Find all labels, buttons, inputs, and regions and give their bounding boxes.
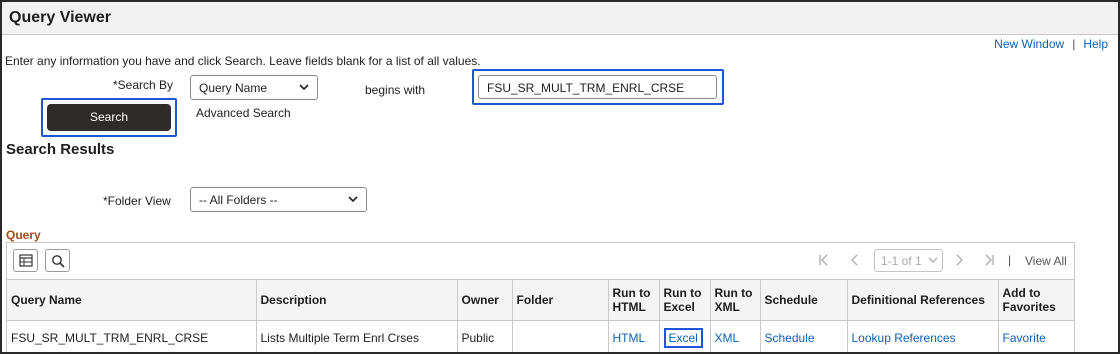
cell-definitional: Lookup References — [846, 320, 999, 352]
col-description: Description — [255, 279, 458, 321]
query-results-grid: 1-1 of 1 | View All Query Name Descripti… — [6, 242, 1075, 352]
search-by-value: Query Name — [199, 81, 268, 95]
cell-run-excel: Excel — [658, 320, 711, 352]
search-by-label: *Search By — [113, 78, 174, 92]
link-separator: | — [1072, 37, 1076, 51]
lookup-references-link[interactable]: Lookup References — [852, 331, 956, 345]
next-page-icon[interactable] — [952, 253, 966, 267]
col-add-to-favorites: Add to Favorites — [997, 279, 1074, 321]
cell-folder — [511, 320, 609, 352]
folder-view-label: *Folder View — [103, 194, 171, 208]
grid-title: Query — [6, 228, 41, 242]
col-favorites-line1: Add to — [1002, 286, 1041, 300]
col-run-to-html-line1: Run to — [612, 286, 651, 300]
cell-schedule: Schedule — [759, 320, 848, 352]
page-range: 1-1 of 1 — [881, 254, 922, 268]
col-schedule: Schedule — [759, 279, 848, 321]
col-run-to-excel: Run to Excel — [658, 279, 711, 321]
run-to-html-link[interactable]: HTML — [613, 331, 646, 345]
query-viewer-page: Query Viewer New Window | Help Enter any i… — [0, 0, 1120, 354]
last-page-icon[interactable] — [982, 253, 996, 267]
folder-view-select[interactable]: -- All Folders -- — [190, 187, 367, 212]
col-run-to-xml: Run to XML — [709, 279, 761, 321]
run-to-xml-link[interactable]: XML — [715, 331, 740, 345]
help-link[interactable]: Help — [1083, 37, 1108, 51]
first-page-icon[interactable] — [817, 253, 831, 267]
personalize-grid-button[interactable] — [13, 249, 38, 272]
page-title: Query Viewer — [9, 9, 111, 26]
col-run-to-xml-line2: XML — [714, 300, 740, 314]
query-name-input[interactable]: FSU_SR_MULT_TRM_ENRL_CRSE — [478, 75, 717, 99]
chevron-down-icon — [299, 84, 309, 91]
search-button[interactable]: Search — [47, 104, 171, 131]
favorite-link[interactable]: Favorite — [1003, 331, 1046, 345]
cell-run-html: HTML — [607, 320, 660, 352]
cell-description: Lists Multiple Term Enrl Crses — [255, 320, 458, 352]
cell-run-xml: XML — [709, 320, 761, 352]
table-header-row: Query Name Description Owner Folder Run … — [7, 279, 1074, 321]
top-links: New Window | Help — [994, 37, 1108, 51]
col-query-name: Query Name — [7, 279, 257, 321]
schedule-link[interactable]: Schedule — [765, 331, 815, 345]
cell-query-name: FSU_SR_MULT_TRM_ENRL_CRSE — [7, 320, 257, 352]
find-in-grid-button[interactable] — [45, 249, 70, 272]
grid-settings-icon — [19, 254, 33, 267]
search-by-select[interactable]: Query Name — [190, 75, 318, 100]
col-run-to-xml-line1: Run to — [714, 286, 753, 300]
chevron-down-icon — [928, 257, 938, 263]
col-favorites-line2: Favorites — [1002, 300, 1056, 314]
cell-owner: Public — [456, 320, 513, 352]
col-run-to-excel-line1: Run to — [663, 286, 702, 300]
pager-separator: | — [1008, 253, 1012, 267]
cell-favorite: Favorite — [997, 320, 1074, 352]
operator-label: begins with — [365, 83, 426, 97]
run-to-excel-link[interactable]: Excel — [663, 327, 703, 348]
advanced-search-link[interactable]: Advanced Search — [196, 106, 291, 120]
col-folder: Folder — [511, 279, 609, 321]
view-all-link[interactable]: View All — [1025, 254, 1067, 268]
results-table: Query Name Description Owner Folder Run … — [7, 279, 1074, 352]
instructions-text: Enter any information you have and click… — [5, 54, 481, 68]
search-icon — [52, 255, 65, 268]
col-run-to-html: Run to HTML — [607, 279, 660, 321]
col-run-to-excel-line2: Excel — [663, 300, 695, 314]
title-bar: Query Viewer — [2, 2, 1118, 35]
page-range-select[interactable]: 1-1 of 1 — [874, 249, 943, 272]
table-row: FSU_SR_MULT_TRM_ENRL_CRSE Lists Multiple… — [7, 320, 1074, 352]
search-results-heading: Search Results — [6, 141, 115, 158]
previous-page-icon[interactable] — [848, 253, 862, 267]
folder-view-value: -- All Folders -- — [199, 193, 278, 207]
chevron-down-icon — [348, 196, 358, 203]
col-definitional-references: Definitional References — [846, 279, 999, 321]
col-run-to-html-line2: HTML — [612, 300, 646, 314]
new-window-link[interactable]: New Window — [994, 37, 1064, 51]
col-owner: Owner — [456, 279, 513, 321]
